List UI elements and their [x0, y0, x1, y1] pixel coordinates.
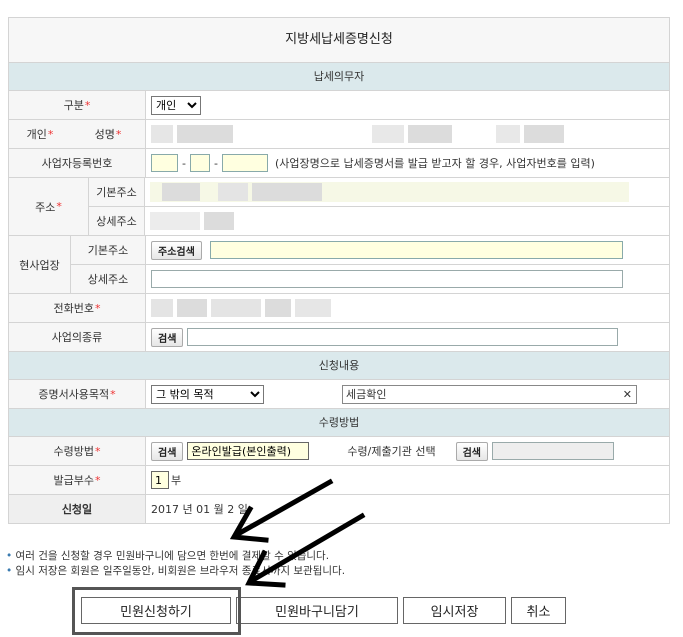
copies-label: 발급부수 * — [9, 466, 146, 494]
biz-type-row: 사업의종류 검색 — [9, 323, 669, 352]
base-address-redacted — [145, 178, 669, 206]
current-place-label: 현사업장 — [9, 236, 71, 293]
copies-input[interactable] — [151, 471, 169, 489]
receive-method-search-button[interactable]: 검색 — [151, 441, 184, 461]
purpose-label: 증명서사용목적 * — [9, 380, 146, 408]
bizno-part1-input[interactable] — [151, 154, 178, 172]
temp-save-button[interactable]: 임시저장 — [403, 597, 506, 624]
apply-date-row: 신청일 2017 년 01 월 2 일 — [9, 495, 669, 524]
biz-type-input[interactable] — [187, 328, 619, 346]
current-detail-row: 상세주소 — [71, 265, 669, 293]
purpose-text-value: 세금확인 — [346, 388, 387, 401]
copies-row: 발급부수* 부 — [9, 466, 669, 495]
clear-icon[interactable]: ✕ — [623, 388, 632, 401]
receive-method-input[interactable] — [187, 442, 310, 460]
category-label: 구분 * — [9, 91, 146, 119]
section-receipt-header: 수령방법 — [9, 409, 669, 437]
apply-date-value: 2017 년 01 월 2 일 — [151, 503, 248, 516]
agency-select-label: 수령/제출기관 선택 — [347, 445, 436, 458]
name-label: 성명 * — [71, 120, 146, 148]
bizno-part2-input[interactable] — [189, 154, 210, 172]
current-detail-address-input[interactable] — [151, 270, 623, 288]
notes: 여러 건을 신청할 경우 민원바구니에 담으면 한번에 결제할 수 있습니다. … — [6, 549, 346, 579]
cancel-button[interactable]: 취소 — [511, 597, 566, 624]
current-base-address-input[interactable] — [209, 241, 623, 259]
base-address-label: 기본주소 — [89, 178, 145, 206]
individual-label: 개인 * — [9, 120, 71, 148]
current-detail-address-label: 상세주소 — [71, 265, 146, 293]
current-base-address-label: 기본주소 — [71, 236, 146, 264]
tax-certificate-form: 지방세납세증명신청 납세의무자 구분 * 개인 개인 * 성명 * 사업자등록번… — [8, 17, 670, 524]
agency-input[interactable] — [491, 442, 614, 460]
bizno-label: 사업자등록번호 — [9, 149, 146, 177]
bizno-row: 사업자등록번호 - - (사업장명으로 납세증명서를 발급 받고자 할 경우, … — [9, 149, 669, 178]
note-item: 여러 건을 신청할 경우 민원바구니에 담으면 한번에 결제할 수 있습니다. — [6, 549, 345, 564]
bizno-part3-input[interactable] — [221, 154, 268, 172]
name-value-redacted — [146, 120, 669, 148]
section-taxpayer-header: 납세의무자 — [9, 63, 669, 91]
section-request-header: 신청내용 — [9, 352, 669, 380]
address-search-button[interactable]: 주소검색 — [151, 240, 202, 260]
note-item: 임시 저장은 회원은 일주일동안, 비회원은 브라우저 종료시까지 보관됩니다. — [6, 564, 346, 579]
purpose-text-field[interactable]: 세금확인 ✕ — [342, 384, 637, 404]
address-block: 주소 * 기본주소 상세주소 — [9, 178, 669, 236]
purpose-row: 증명서사용목적 * 그 밖의 목적 세금확인 ✕ — [9, 380, 669, 409]
cart-button[interactable]: 민원바구니담기 — [236, 597, 398, 624]
address-detail-row: 상세주소 — [89, 207, 669, 235]
name-row: 개인 * 성명 * — [9, 120, 669, 149]
purpose-select[interactable]: 그 밖의 목적 — [151, 384, 264, 404]
detail-address-redacted — [145, 207, 669, 235]
phone-label: 전화번호 * — [9, 294, 146, 322]
detail-address-label: 상세주소 — [89, 207, 145, 235]
current-place-block: 현사업장 기본주소 주소검색 상세주소 — [9, 236, 669, 294]
category-select[interactable]: 개인 — [151, 95, 201, 115]
address-base-row: 기본주소 — [89, 178, 669, 207]
current-base-row: 기본주소 주소검색 — [71, 236, 669, 265]
category-row: 구분 * 개인 — [9, 91, 669, 120]
phone-value-redacted — [146, 294, 669, 322]
address-label: 주소 * — [9, 178, 89, 235]
apply-date-label: 신청일 — [9, 495, 146, 523]
receive-row: 수령방법* 검색 수령/제출기관 선택 검색 — [9, 437, 669, 466]
action-buttons: 민원신청하기 민원바구니담기 임시저장 취소 — [81, 597, 566, 624]
copies-unit: 부 — [171, 474, 182, 487]
agency-search-button[interactable]: 검색 — [455, 441, 488, 461]
apply-button[interactable]: 민원신청하기 — [81, 597, 231, 624]
receive-method-label: 수령방법 * — [9, 437, 146, 465]
page-title: 지방세납세증명신청 — [9, 18, 669, 63]
bizno-note: (사업장명으로 납세증명서를 발급 받고자 할 경우, 사업자번호를 입력) — [274, 157, 595, 170]
phone-row: 전화번호 * — [9, 294, 669, 323]
biz-type-label: 사업의종류 — [9, 323, 146, 351]
biz-type-search-button[interactable]: 검색 — [151, 327, 184, 347]
